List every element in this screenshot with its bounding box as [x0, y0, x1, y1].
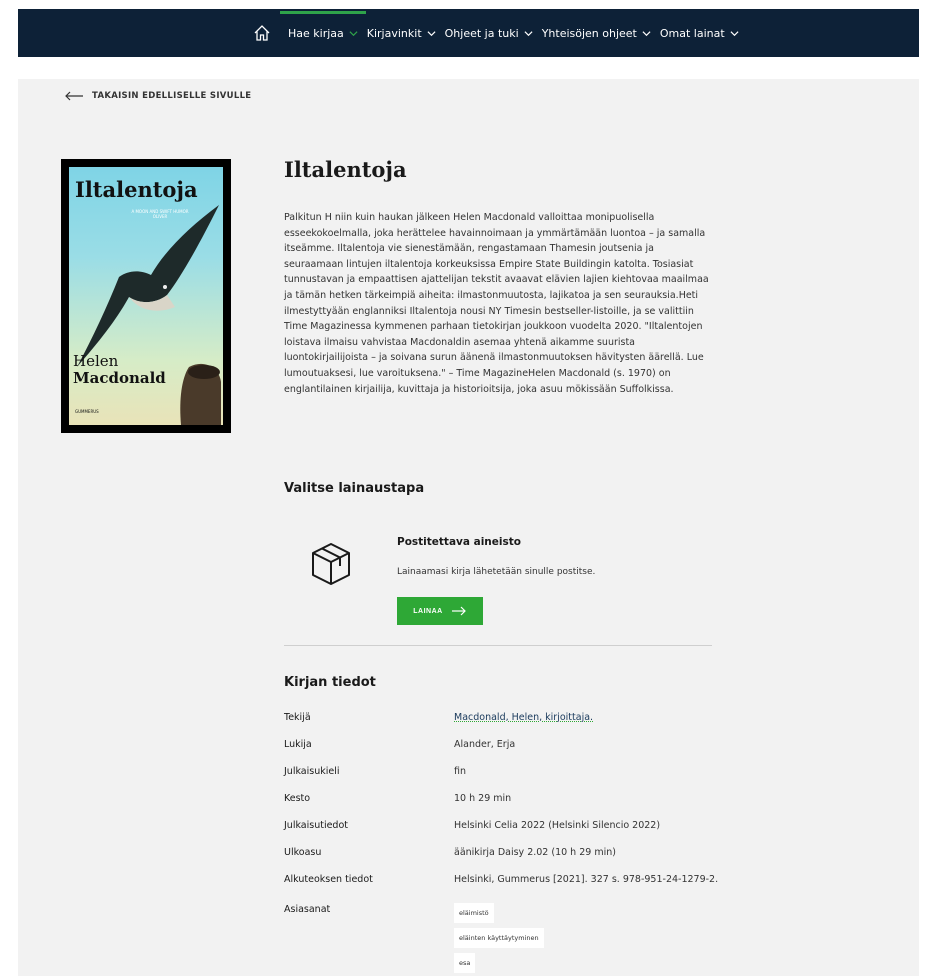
details-key: Asiasanat [284, 904, 331, 915]
page-frame: Hae kirjaa Kirjavinkit Ohjeet ja tuki Yh… [18, 9, 919, 976]
book-description: Palkitun H niin kuin haukan jälkeen Hele… [284, 212, 709, 395]
top-navigation: Hae kirjaa Kirjavinkit Ohjeet ja tuki Yh… [18, 9, 919, 57]
details-value: Alander, Erja [454, 739, 516, 750]
nav-item-hae-kirjaa[interactable]: Hae kirjaa [280, 10, 366, 40]
details-row-author: Tekijä Macdonald, Helen, kirjoittaja. [284, 711, 724, 725]
details-value: äänikirja Daisy 2.02 (10 h 29 min) [454, 847, 616, 858]
details-value: Helsinki, Gummerus [2021]. 327 s. 978-95… [454, 874, 719, 885]
subject-tag[interactable]: eläimistö [454, 903, 494, 923]
cover-publisher: GUMMERUS [75, 409, 99, 414]
book-details-table: Tekijä Macdonald, Helen, kirjoittaja. Lu… [284, 711, 724, 976]
details-row-publication: Julkaisutiedot Helsinki Celia 2022 (Hels… [284, 819, 724, 833]
details-row-format: Ulkoasu äänikirja Daisy 2.02 (10 h 29 mi… [284, 846, 724, 860]
book-title: Iltalentoja [284, 157, 407, 182]
subject-tag[interactable]: eläinten käyttäytyminen [454, 928, 544, 948]
loan-heading: Valitse lainaustapa [284, 481, 425, 496]
details-key: Kesto [284, 793, 311, 804]
arrow-left-icon [65, 91, 83, 101]
details-row-original: Alkuteoksen tiedot Helsinki, Gummerus [2… [284, 873, 724, 887]
details-value: Helsinki Celia 2022 (Helsinki Silencio 2… [454, 820, 661, 831]
arrow-right-icon [451, 606, 466, 616]
cover-title: Iltalentoja [75, 177, 198, 202]
details-row-language: Julkaisukieli fin [284, 765, 724, 779]
details-key: Julkaisukieli [284, 766, 340, 777]
author-link[interactable]: Macdonald, Helen, kirjoittaja. [454, 711, 719, 725]
chevron-down-icon [427, 30, 436, 36]
section-divider [284, 645, 712, 646]
details-key: Julkaisutiedot [284, 820, 349, 831]
chevron-down-icon [349, 30, 358, 36]
loan-option-title: Postitettava aineisto [397, 536, 521, 548]
details-row-subjects: Asiasanat eläimistö eläinten käyttäytymi… [284, 903, 724, 973]
book-cover-art: Iltalentoja A MOON AND SWIFT HUMOR OLIVE… [69, 167, 223, 425]
details-key: Ulkoasu [284, 847, 322, 858]
nav-item-omat-lainat[interactable]: Omat lainat [660, 27, 739, 40]
nav-item-kirjavinkit[interactable]: Kirjavinkit [367, 27, 436, 40]
details-value: fin [454, 766, 467, 777]
chevron-down-icon [730, 30, 739, 36]
cover-subtitle: A MOON AND SWIFT HUMOR OLIVER [131, 209, 189, 219]
back-link[interactable]: TAKAISIN EDELLISELLE SIVULLE [64, 91, 251, 101]
borrow-button[interactable]: LAINAA [397, 597, 483, 625]
details-key: Alkuteoksen tiedot [284, 874, 373, 885]
loan-option-text: Lainaamasi kirja lähetetään sinulle post… [397, 567, 596, 577]
nav-item-yhteisojen-ohjeet[interactable]: Yhteisöjen ohjeet [542, 27, 651, 40]
subject-tags: eläimistö eläinten käyttäytyminen esa [454, 903, 719, 973]
book-main: Iltalentoja Palkitun H niin kuin haukan … [284, 157, 714, 397]
nav-item-ohjeet-ja-tuki[interactable]: Ohjeet ja tuki [445, 27, 533, 40]
details-value: 10 h 29 min [454, 793, 512, 804]
details-key: Lukija [284, 739, 312, 750]
chevron-down-icon [642, 30, 651, 36]
loan-option-postal: Postitettava aineisto Lainaamasi kirja l… [305, 526, 725, 626]
details-row-reader: Lukija Alander, Erja [284, 738, 724, 752]
chevron-down-icon [524, 30, 533, 36]
home-icon[interactable] [250, 21, 274, 45]
header-spacer [18, 57, 919, 79]
package-icon [312, 543, 350, 585]
subject-tag[interactable]: esa [454, 953, 476, 973]
book-details-heading: Kirjan tiedot [284, 675, 376, 690]
details-row-duration: Kesto 10 h 29 min [284, 792, 724, 806]
details-key: Tekijä [284, 712, 311, 723]
book-cover: Iltalentoja A MOON AND SWIFT HUMOR OLIVE… [61, 159, 231, 433]
cover-author: Helen Macdonald [73, 352, 166, 387]
